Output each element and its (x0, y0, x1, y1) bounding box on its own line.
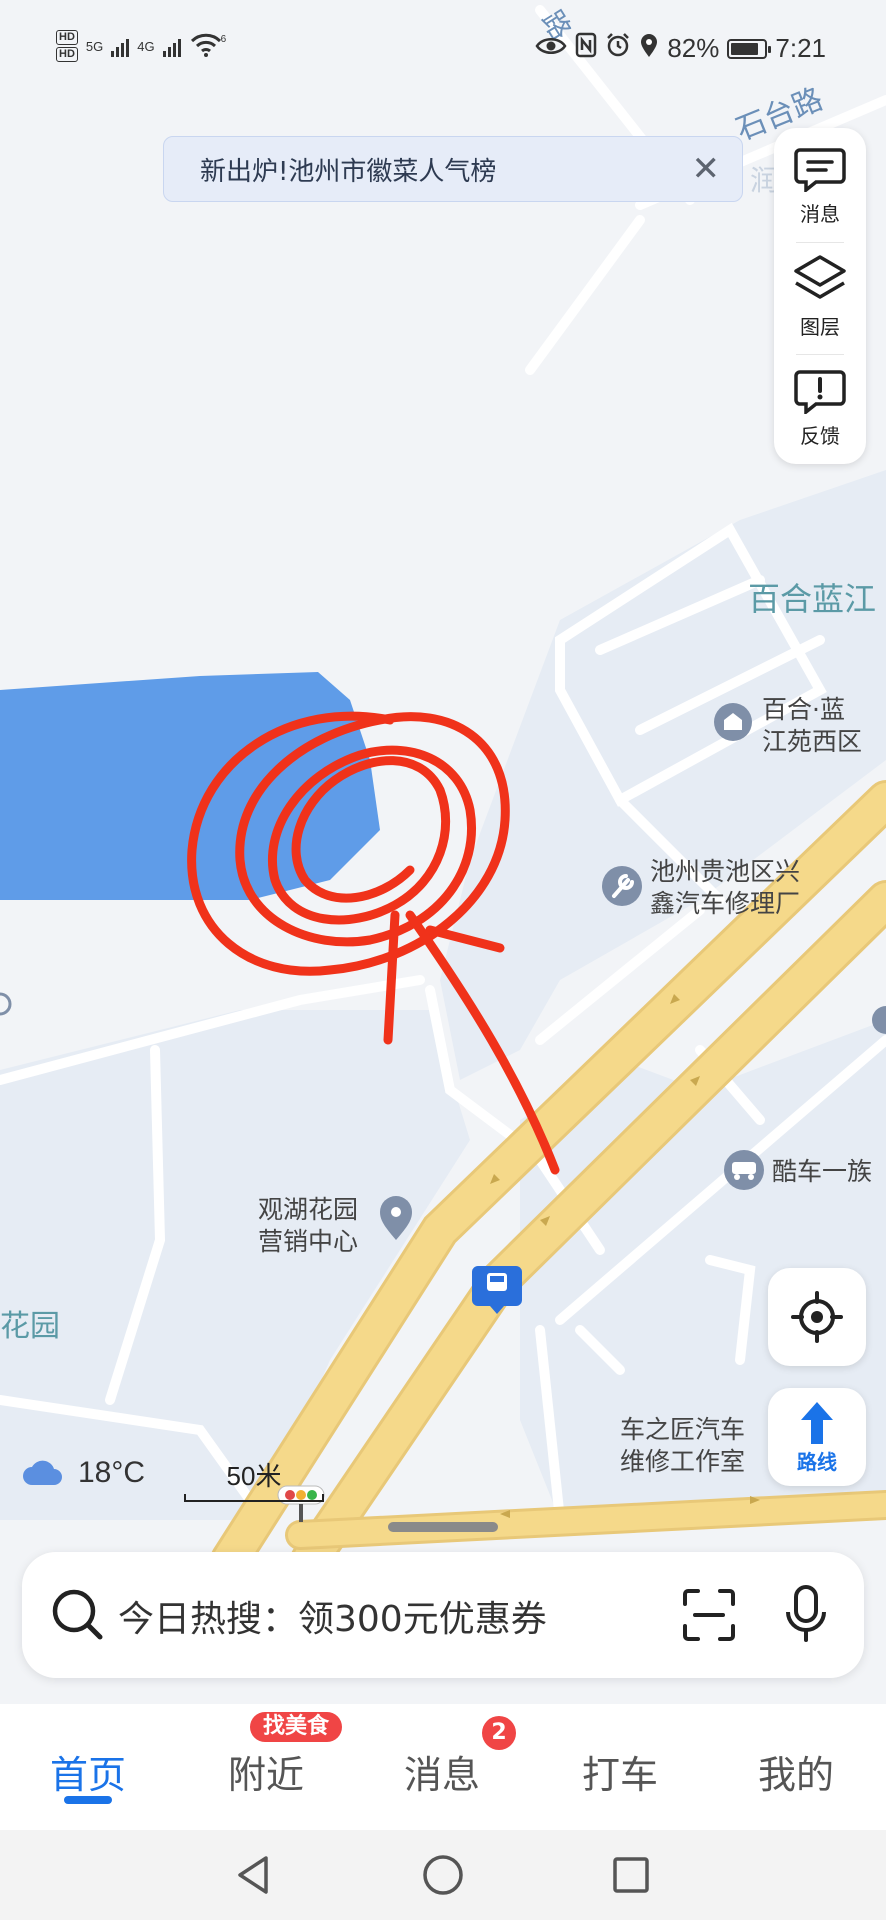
status-bar: HD HD 5G 4G 6 82% 7:21 (0, 0, 886, 100)
microphone-icon[interactable] (784, 1584, 828, 1644)
weather-widget[interactable]: 18°C (22, 1456, 145, 1490)
eye-icon (535, 33, 567, 64)
home-icon[interactable] (422, 1854, 464, 1896)
tab-taxi[interactable]: 打车 (560, 1744, 680, 1799)
cloud-icon (23, 1460, 62, 1485)
layers-tool-button[interactable]: 图层 (774, 246, 866, 346)
status-left: HD HD 5G 4G 6 (56, 30, 226, 62)
poi-repair-line1: 池州贵池区兴 (650, 857, 800, 886)
poi-huayuan-label: 花园 (0, 1309, 60, 1344)
poi-guanhu-line1: 观湖花园 (258, 1195, 358, 1224)
search-bar[interactable]: 今日热搜：领300元优惠券 (22, 1552, 864, 1678)
layers-icon (794, 254, 846, 299)
feedback-icon (794, 369, 846, 414)
search-placeholder[interactable]: 今日热搜：领300元优惠券 (118, 1590, 547, 1642)
message-tool-label: 消息 (800, 201, 840, 226)
layers-tool-label: 图层 (800, 314, 840, 339)
signal-icon-2 (162, 35, 181, 57)
search-icon (52, 1589, 103, 1640)
locate-button[interactable] (768, 1268, 866, 1366)
alarm-icon (605, 32, 631, 65)
nearby-food-badge: 找美食 (250, 1712, 342, 1742)
system-nav-bar (0, 1830, 886, 1920)
feedback-tool-button[interactable]: 反馈 (774, 358, 866, 458)
tool-divider (796, 242, 844, 243)
promo-banner-text: 新出炉!池州市徽菜人气榜 (200, 156, 497, 187)
district-label: 百合蓝江 (748, 580, 876, 618)
hd-indicators: HD HD (56, 30, 78, 62)
temperature: 18°C (78, 1456, 146, 1489)
location-icon (639, 32, 659, 65)
poi-chezhijiang-line1: 车之匠汽车 (620, 1415, 745, 1444)
battery-percent: 82% (667, 33, 720, 63)
message-icon (794, 147, 846, 192)
active-tab-indicator (64, 1796, 112, 1804)
wifi-icon (189, 32, 223, 61)
poi-repair-line2: 鑫汽车修理厂 (650, 889, 800, 918)
scale-bar (184, 1494, 324, 1502)
tool-divider (796, 354, 844, 355)
poi-baihe-line1: 百合·蓝 (762, 695, 845, 724)
tab-nearby[interactable]: 附近 (206, 1744, 326, 1799)
hd-badge-2: HD (56, 47, 78, 62)
poi-guanhu-line2: 营销中心 (258, 1227, 358, 1256)
wifi-label: 6 (220, 33, 227, 45)
close-icon[interactable]: ✕ (692, 149, 721, 189)
feedback-tool-label: 反馈 (800, 423, 840, 448)
clock: 7:21 (775, 33, 826, 63)
poi-kuche-label: 酷车一族 (772, 1157, 872, 1186)
hd-badge-1: HD (56, 30, 78, 45)
nfc-icon (575, 32, 597, 65)
map-tools-panel: 消息 图层 反馈 (774, 128, 866, 464)
locate-icon (791, 1291, 843, 1343)
battery-icon (727, 38, 772, 59)
scale-label: 50米 (226, 1461, 282, 1491)
promo-banner[interactable]: 新出炉!池州市徽菜人气榜 ✕ (163, 136, 743, 202)
route-arrow-icon (801, 1401, 833, 1444)
poi-chezhijiang-line2: 维修工作室 (620, 1447, 745, 1476)
tab-messages[interactable]: 消息 (382, 1744, 502, 1799)
network-5g-label: 5G (85, 38, 104, 54)
status-right: 82% 7:21 (535, 32, 826, 65)
poi-baihe-line2: 江苑西区 (762, 727, 862, 756)
tab-home[interactable]: 首页 (28, 1744, 148, 1799)
signal-icon (111, 35, 130, 57)
messages-count-badge: 2 (482, 1716, 516, 1750)
bottom-tab-bar: 首页 附近 消息 打车 我的 找美食 2 (0, 1704, 886, 1830)
network-4g-label: 4G (137, 38, 155, 54)
scan-icon[interactable] (682, 1588, 736, 1642)
route-button[interactable]: 路线 (768, 1388, 866, 1486)
tab-me[interactable]: 我的 (736, 1744, 856, 1799)
message-tool-button[interactable]: 消息 (774, 136, 866, 236)
map-canvas[interactable]: 路 石台路 安徽 润 百合蓝江 百合·蓝 江苑西区 池州贵池区兴 鑫汽车修理厂 … (0, 0, 886, 1704)
back-icon[interactable] (234, 1854, 272, 1896)
sheet-drag-handle[interactable] (388, 1522, 498, 1532)
route-button-label: 路线 (797, 1449, 837, 1474)
map-scale: 50米 (184, 1456, 324, 1502)
recents-icon[interactable] (612, 1856, 650, 1894)
